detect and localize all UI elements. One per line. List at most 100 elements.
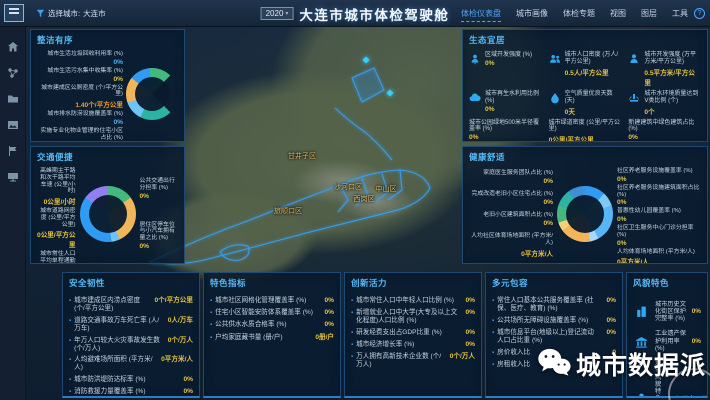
filter-icon: [36, 9, 45, 18]
help-icon[interactable]: ?: [694, 8, 705, 19]
stat-value: 0公里/平方公里: [549, 134, 622, 142]
year-select[interactable]: 2020 ▾: [261, 7, 294, 20]
bullet-icon: ▪: [210, 310, 212, 317]
stat-label: 城市人口密度 (万人/平方公里): [565, 52, 622, 66]
panel-shengtai-yiju: 生态宜居 区域开发强度 (%)0%城市人口密度 (万人/平方公里)0.5人/平方…: [462, 29, 708, 142]
nav-item-图层[interactable]: 图层: [641, 6, 657, 21]
panel-title: 特色指标: [204, 273, 340, 291]
indicator-label: 城市经济增长率 (%): [356, 341, 458, 349]
indicator-label: 人均避难场所面积 (平方米/人): [74, 356, 154, 372]
chart-label-item: 实施专业化物业管理的住宅小区占比 (%)0%: [37, 128, 123, 142]
indicator-label: 城市信息平台(地级以上)登记流动人口占比重 (%): [497, 329, 599, 345]
bullet-icon: ▪: [69, 357, 71, 364]
bullet-icon: ▪: [69, 338, 71, 345]
indicator-row: ▪研发经费支出占GDP比重 (%)0%: [351, 329, 475, 337]
district-label: 沙河口区: [334, 182, 362, 192]
chart-label-item: 城市生活污水集中收集率 (%)0%: [37, 68, 123, 83]
droplet-icon: [549, 91, 561, 109]
chart-value: 0%: [469, 199, 553, 206]
indicator-value: 0%: [465, 341, 475, 349]
chart-label-item: 社区卫生服务中心门诊分担率 (%)0%: [617, 225, 701, 247]
stat-value: 0.5平方米/平方公里: [644, 67, 701, 87]
nav-item-视图[interactable]: 视图: [610, 6, 626, 21]
dashboard-stage: 甘井子区沙河口区西岗区中山区旅顺口区 选择城市: 大连市 2020 ▾ 大连市城…: [0, 0, 710, 400]
chart-label: 城市排水防涝设施覆盖率 (%): [37, 111, 123, 118]
image-icon[interactable]: [7, 119, 19, 131]
indicator-value: 0%: [465, 329, 475, 337]
indicator-value: 0人/万车: [168, 317, 193, 325]
stat-value: 0.5人/平方公里: [565, 67, 622, 77]
jiaotong-donut-chart: [80, 186, 136, 242]
stat-value: 0天: [565, 106, 622, 116]
nav-item-体检仪表盘[interactable]: 体检仪表盘: [461, 6, 501, 22]
personpin-icon: [469, 52, 481, 70]
indicator-row: ▪城市社区网格化管理覆盖率 (%)0%: [210, 297, 334, 305]
watermark-text: 城市数据派: [576, 346, 706, 382]
indicator-row: ▪万人拥有高新技术企业数 (个/万人)0个/万人: [351, 353, 475, 369]
chart-label-item: 居住区停车位与小汽车拥有量之比 (%)0%: [140, 222, 179, 250]
chart-label-item: 城市排水防涝设施覆盖率 (%)0%: [37, 111, 123, 126]
panel-jiankang-shushi: 健康舒适 家庭医生服务团队占比 (%)0%完成改造老旧小区住宅占比 (%)0%老…: [462, 146, 708, 264]
year-value: 2020: [266, 9, 284, 18]
stat-value: 0个: [644, 106, 701, 116]
stat-label: 新建建筑中绿色建筑占比 (%): [628, 120, 701, 134]
nodes-icon[interactable]: [7, 67, 19, 79]
indicator-row: ▪人均避难场所面积 (平方米/人)0平方米/人: [69, 356, 193, 372]
person-icon: [628, 52, 640, 70]
stat-label: 城市水环境质量达到Ⅴ类比例 (个): [644, 91, 701, 105]
stat-value: 0%: [485, 106, 542, 113]
city-filter-label: 选择城市:: [48, 8, 80, 19]
panel-title: 整洁有序: [31, 30, 184, 48]
chart-label: 城市常住人口平均单程通勤时间 (分钟): [37, 251, 76, 264]
panel-title: 创新活力: [345, 273, 481, 291]
indicator-row: ▪新增就业人口中大学(大专及以上文化程度)人口比例 (%)0%: [351, 309, 475, 325]
indicator-label: 城市常住人口中年轻人口比例 (%): [356, 297, 458, 305]
chart-value: 0%: [617, 240, 701, 247]
indicator-value: 0%: [183, 376, 193, 384]
chart-value: 0%: [469, 220, 553, 227]
indicator-label: 道路交通事故万车死亡率 (人/万车): [74, 317, 161, 333]
bullet-icon: ▪: [492, 362, 494, 369]
panel-title: 风貌特色: [627, 273, 707, 291]
stat-item: 区域开发强度 (%)0%: [469, 50, 542, 87]
indicator-label: 城市建成区内涝点密度 (个/平方公里): [74, 297, 147, 313]
chart-value: 0%: [469, 178, 553, 185]
chart-label-item: 完成改造老旧小区住宅占比 (%)0%: [469, 191, 553, 206]
indicator-row: ▪公共场所无障碍设施覆盖率 (%)0%: [492, 317, 616, 325]
flag-icon[interactable]: [7, 145, 19, 157]
indicator-label: 公共供水水质合格率 (%): [215, 321, 317, 329]
indicator-row: ▪住宅小区智能安防体系覆盖率 (%) 0%: [210, 309, 334, 317]
hamburger-icon: [9, 12, 19, 14]
indicator-label: 万人拥有高新技术企业数 (个/万人): [356, 353, 443, 369]
indicator-value: 0%: [465, 297, 475, 305]
indicator-label: 消防救援力量覆盖率 (%): [74, 388, 176, 396]
page-title: 大连市城市体检驾驶舱: [299, 4, 449, 24]
home-icon[interactable]: [7, 41, 19, 53]
indicator-label: 住宅小区智能安防体系覆盖率 (%): [215, 309, 317, 317]
fountain-icon: [628, 91, 640, 109]
chart-label: 家庭医生服务团队占比 (%): [469, 170, 553, 177]
district-label: 西岗区: [354, 194, 375, 204]
chart-value: 0%: [617, 176, 701, 183]
stat-item: 城市人口密度 (万人/平方公里)0.5人/平方公里: [549, 50, 622, 87]
folder-icon[interactable]: [7, 93, 19, 105]
nav-item-体检专题[interactable]: 体检专题: [563, 6, 595, 21]
panel-title: 安全韧性: [63, 273, 199, 291]
monitor-icon[interactable]: [7, 171, 19, 183]
sidebar-toggle-button[interactable]: [4, 4, 24, 22]
chart-label: 人均社区体育场地面积 (平方米/人): [469, 233, 553, 247]
indicator-value: 0%: [324, 309, 334, 317]
chart-label-item: 人均体育场地面积 (平方米/人)0平方米/人: [617, 249, 701, 264]
bullet-icon: ▪: [351, 330, 353, 337]
indicator-row: ▪公共供水水质合格率 (%)0%: [210, 321, 334, 329]
nav-item-城市画像[interactable]: 城市画像: [516, 6, 548, 21]
chart-value: 0%: [617, 199, 701, 206]
city-filter[interactable]: 选择城市: 大连市: [36, 0, 106, 27]
bullet-icon: ▪: [69, 298, 71, 305]
indicator-row: ▪城市常住人口中年轻人口比例 (%)0%: [351, 297, 475, 305]
nav-item-工具[interactable]: 工具: [672, 6, 688, 21]
indicator-row: ▪常住人口基本公共服务覆盖率 (社保、医疗、教育) (%)0%: [492, 297, 616, 313]
stat-item: 城市水环境质量达到Ⅴ类比例 (个)0个: [628, 89, 701, 116]
main-nav: 体检仪表盘城市画像体检专题视图图层工具: [461, 0, 688, 27]
indicator-value: 0%: [183, 388, 193, 396]
